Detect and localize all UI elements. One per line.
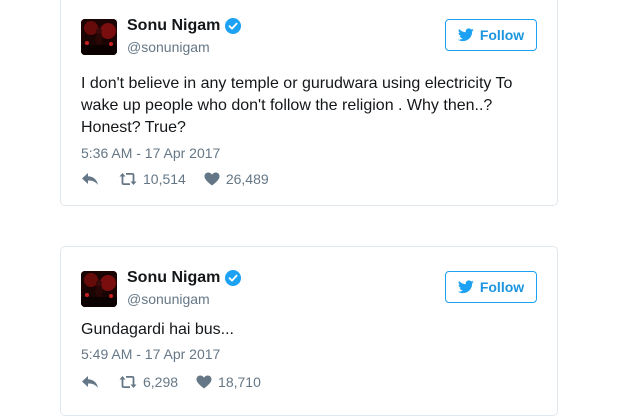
- avatar[interactable]: [81, 271, 117, 307]
- like-count: 26,489: [225, 171, 269, 187]
- retweet-count: 6,298: [143, 374, 179, 390]
- heart-icon: [196, 375, 212, 389]
- avatar[interactable]: [81, 19, 117, 55]
- reply-icon: [81, 375, 99, 389]
- reply-button[interactable]: [81, 375, 99, 389]
- author-handle[interactable]: @sonunigam: [127, 39, 210, 55]
- twitter-bird-icon: [457, 280, 474, 294]
- verified-badge-icon: [225, 270, 242, 286]
- retweet-icon: [119, 375, 137, 389]
- author-name-row[interactable]: Sonu Nigam: [127, 269, 242, 287]
- like-button[interactable]: 18,710: [196, 374, 261, 390]
- retweet-button[interactable]: 10,514: [119, 171, 186, 187]
- author-name[interactable]: Sonu Nigam: [127, 17, 220, 35]
- like-count: 18,710: [218, 374, 261, 390]
- author-name[interactable]: Sonu Nigam: [127, 269, 220, 287]
- author-name-row[interactable]: Sonu Nigam: [127, 17, 242, 35]
- follow-button[interactable]: Follow: [445, 271, 537, 303]
- follow-label: Follow: [479, 279, 525, 295]
- reply-icon: [81, 172, 99, 186]
- follow-button[interactable]: Follow: [445, 19, 537, 51]
- tweet-timestamp[interactable]: 5:49 AM - 17 Apr 2017: [81, 346, 220, 362]
- retweet-count: 10,514: [143, 171, 186, 187]
- tweet-timestamp[interactable]: 5:36 AM - 17 Apr 2017: [81, 145, 220, 161]
- tweet-text: Gundagardi hai bus...: [81, 321, 234, 338]
- tweet-actions: 6,298 18,710: [81, 374, 261, 390]
- reply-button[interactable]: [81, 172, 99, 186]
- tweet-card: Sonu Nigam @sonunigam Follow Gundagardi …: [60, 246, 558, 416]
- tweet-text: I don't believe in any temple or gurudwa…: [81, 75, 513, 136]
- tweet-card: Sonu Nigam @sonunigam Follow I don't bel…: [60, 0, 558, 206]
- retweet-button[interactable]: 6,298: [119, 374, 178, 390]
- like-button[interactable]: 26,489: [204, 171, 269, 187]
- tweet-actions: 10,514 26,489: [81, 171, 269, 187]
- verified-badge-icon: [225, 18, 242, 34]
- heart-icon: [204, 172, 220, 186]
- twitter-bird-icon: [457, 28, 474, 42]
- retweet-icon: [119, 172, 137, 186]
- author-handle[interactable]: @sonunigam: [127, 291, 210, 307]
- follow-label: Follow: [479, 27, 525, 43]
